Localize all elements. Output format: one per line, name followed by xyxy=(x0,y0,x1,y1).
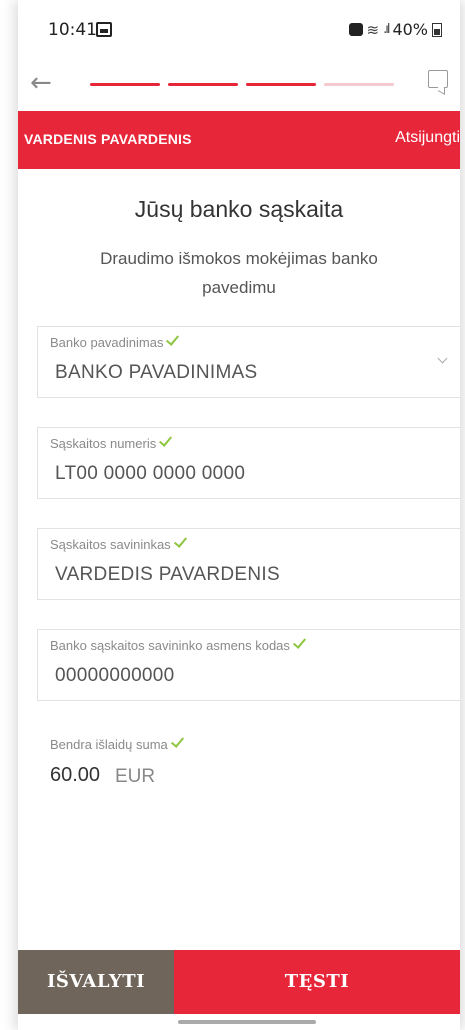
page-subtitle: Draudimo išmokos mokėjimas banko pavedim… xyxy=(100,249,378,297)
total-amount: 60.00 xyxy=(50,764,101,786)
home-indicator[interactable] xyxy=(178,1020,316,1024)
chevron-down-icon xyxy=(437,353,448,364)
logout-link[interactable]: Atsijungti xyxy=(395,129,460,147)
account-owner-label-text: Sąskaitos savininkas xyxy=(50,537,171,552)
header-bar: VARDENIS PAVARDENIS Atsijungti xyxy=(18,111,460,169)
total-currency: EUR xyxy=(115,766,156,787)
bank-name-label: Banko pavadinimas xyxy=(50,332,180,350)
image-icon xyxy=(96,22,112,37)
owner-code-value: 00000000000 xyxy=(55,665,175,686)
bank-name-label-text: Banko pavadinimas xyxy=(50,335,164,350)
clear-button[interactable]: IŠVALYTI xyxy=(18,950,174,1014)
check-icon xyxy=(292,635,306,649)
owner-code-label: Banko sąskaitos savininko asmens kodas xyxy=(50,635,306,653)
nav-row: ← xyxy=(18,62,460,110)
account-number-label-text: Sąskaitos numeris xyxy=(50,436,157,451)
status-time: 10:41 xyxy=(48,20,97,40)
account-number-field[interactable]: Sąskaitos numeris LT00 0000 0000 0000 xyxy=(37,427,460,499)
progress-step xyxy=(246,83,316,86)
status-icons: ≋ .ıl 40% xyxy=(348,20,442,39)
status-bar: 10:41 ≋ .ıl 40% xyxy=(18,0,460,62)
progress-step xyxy=(168,83,238,86)
total-label: Bendra išlaidų suma xyxy=(50,734,184,752)
progress-step xyxy=(90,83,160,86)
check-icon xyxy=(173,534,187,548)
alarm-icon xyxy=(348,23,363,36)
account-owner-value: VARDEDIS PAVARDENIS xyxy=(55,564,280,585)
total-label-text: Bendra išlaidų suma xyxy=(50,737,168,752)
phone-screen: 10:41 ≋ .ıl 40% ← VARDENIS PAVARDENIS At… xyxy=(18,0,460,1030)
account-number-label: Sąskaitos numeris xyxy=(50,433,173,451)
bank-name-select[interactable]: Banko pavadinimas BANKO PAVADINIMAS xyxy=(37,326,460,398)
account-owner-field[interactable]: Sąskaitos savininkas VARDEDIS PAVARDENIS xyxy=(37,528,460,600)
check-icon xyxy=(170,734,184,748)
back-arrow-icon[interactable]: ← xyxy=(30,68,52,98)
owner-code-label-text: Banko sąskaitos savininko asmens kodas xyxy=(50,638,290,653)
wifi-icon: ≋ xyxy=(366,20,380,39)
battery-icon xyxy=(432,22,442,37)
account-owner-label: Sąskaitos savininkas xyxy=(50,534,187,552)
owner-code-field[interactable]: Banko sąskaitos savininko asmens kodas 0… xyxy=(37,629,460,701)
battery-percent: 40% xyxy=(392,20,428,39)
check-icon xyxy=(159,433,173,447)
bank-name-value: BANKO PAVADINIMAS xyxy=(55,362,258,383)
continue-button[interactable]: TĘSTI xyxy=(174,950,460,1014)
user-name: VARDENIS PAVARDENIS xyxy=(24,131,192,147)
step-progress xyxy=(90,83,394,86)
page-title: Jūsų banko sąskaita xyxy=(134,196,344,222)
chat-icon[interactable] xyxy=(428,70,448,88)
account-number-value: LT00 0000 0000 0000 xyxy=(55,463,246,484)
check-icon xyxy=(166,332,180,346)
progress-step xyxy=(324,83,394,86)
signal-icon: .ıl xyxy=(383,22,391,37)
